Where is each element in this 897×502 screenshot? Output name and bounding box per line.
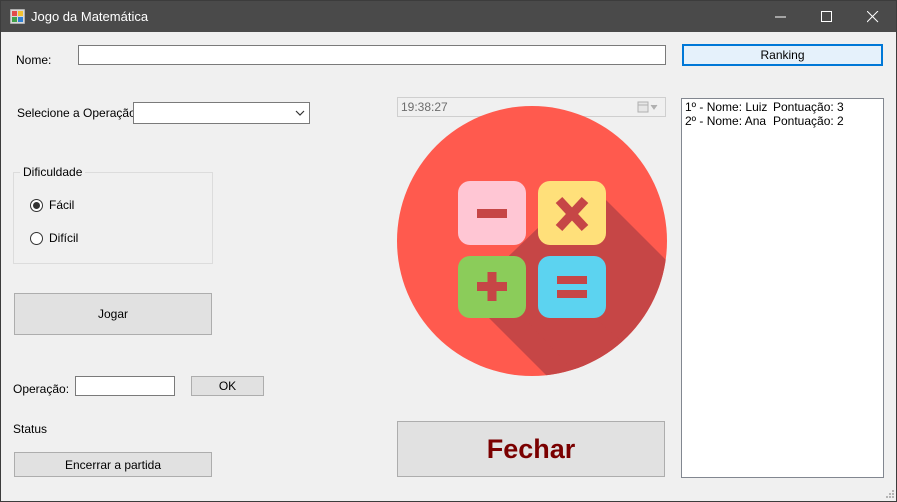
radio-dificil[interactable]: Difícil (30, 231, 78, 245)
maximize-button[interactable] (804, 1, 850, 32)
minimize-icon (775, 16, 786, 18)
minus-icon (477, 209, 507, 218)
close-button[interactable] (850, 1, 896, 32)
nome-input[interactable] (78, 45, 666, 65)
list-item[interactable]: 2º - Nome: Ana Pontuação: 2 (685, 114, 880, 128)
title-bar: Jogo da Matemática (1, 1, 896, 32)
resize-grip-icon[interactable] (885, 489, 895, 499)
dificuldade-group: Dificuldade Fácil Difícil (13, 165, 213, 264)
operacao-select-label: Selecione a Operação (17, 106, 136, 120)
ranking-entry-name: 1º - Nome: Luiz (685, 100, 768, 114)
chevron-down-icon (295, 110, 305, 116)
calculator-icon (397, 106, 667, 376)
operacao-label: Operação: (13, 382, 70, 396)
radio-dificil-label: Difícil (49, 231, 79, 245)
app-icon (10, 9, 25, 24)
ranking-entry-score: Pontuação: 2 (773, 114, 844, 128)
ok-button[interactable]: OK (191, 376, 264, 396)
operacao-input[interactable] (75, 376, 175, 396)
encerrar-button[interactable]: Encerrar a partida (14, 452, 212, 477)
equals-tile (538, 256, 606, 318)
ranking-entry-name: 2º - Nome: Ana (685, 114, 767, 128)
fechar-button[interactable]: Fechar (397, 421, 665, 477)
ranking-button[interactable]: Ranking (682, 44, 883, 66)
nome-label: Nome: (16, 53, 52, 67)
maximize-icon (821, 11, 832, 22)
ranking-entry-score: Pontuação: 3 (773, 100, 844, 114)
status-label: Status (13, 422, 48, 436)
close-icon (867, 11, 879, 23)
window-title: Jogo da Matemática (31, 9, 149, 24)
dificuldade-title: Dificuldade (20, 165, 86, 179)
ranking-list[interactable]: 1º - Nome: Luiz Pontuação: 3 2º - Nome: … (681, 98, 884, 478)
radio-unselected-icon (30, 231, 43, 245)
app-window: Jogo da Matemática Nome: Ranking Selecio… (0, 0, 897, 502)
list-item[interactable]: 1º - Nome: Luiz Pontuação: 3 (685, 100, 880, 114)
radio-selected-icon (30, 198, 43, 212)
radio-facil[interactable]: Fácil (30, 198, 74, 212)
radio-facil-label: Fácil (49, 198, 75, 212)
minimize-button[interactable] (758, 1, 804, 32)
jogar-button[interactable]: Jogar (14, 293, 212, 335)
operacao-select[interactable] (133, 102, 310, 124)
